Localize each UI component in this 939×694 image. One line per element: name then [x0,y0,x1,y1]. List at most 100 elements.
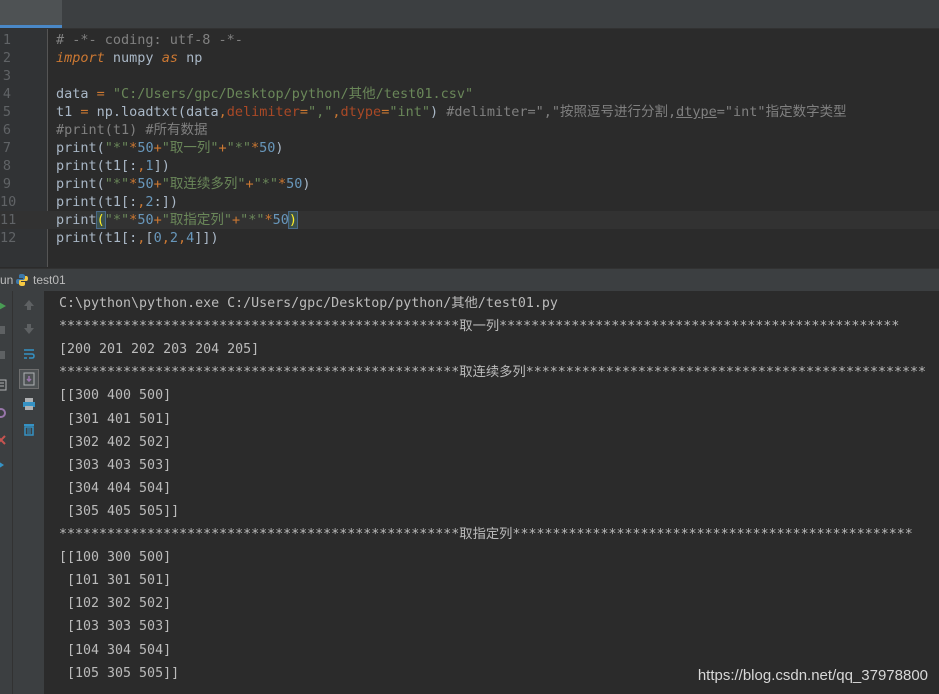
code-token: "取指定列" [161,212,232,228]
code-token: = [96,86,105,102]
soft-wrap-icon[interactable] [20,345,38,363]
code-line[interactable]: 6 #print(t1) #所有数据 [0,121,939,139]
code-editor[interactable]: 1 # -*- coding: utf-8 -*- 2 import numpy as… [0,29,939,267]
code-token: 50 [272,212,289,228]
code-token: 1 [145,158,154,174]
code-token: numpy [104,50,162,66]
code-token: #print(t1) #所有数据 [56,122,208,138]
scroll-up-icon[interactable] [20,296,38,314]
line-number: 3 [2,68,11,84]
code-token: "*" [240,212,265,228]
code-token: t1 [56,104,81,120]
run-left-toolbar [0,291,13,694]
console-line: [303 403 503] [59,457,172,473]
code-text: # -*- coding: utf-8 -*- [56,31,243,49]
code-text: t1 = np.loadtxt(data,delimiter=",",dtype… [56,103,847,121]
print-icon[interactable] [20,395,38,413]
console-line: [305 405 505]] [59,503,180,519]
line-number: 4 [2,86,11,102]
code-token: 50 [286,176,303,192]
console-line: [200 201 202 203 204 205] [59,342,260,358]
code-line[interactable]: 8 print(t1[:,1]) [0,157,939,175]
code-token: + [218,140,227,156]
code-token: "," [308,104,333,120]
code-line[interactable]: 9 print("*"*50+"取连续多列"+"*"*50) [0,175,939,193]
code-text: print(t1[:,2:]) [56,193,178,211]
console-line: [[100 300 500] [59,550,172,566]
code-line[interactable]: 2 import numpy as np [0,49,939,67]
code-token: + [245,176,254,192]
code-token: print [56,212,97,228]
console-line: [302 402 502] [59,434,172,450]
console-line: [103 303 503] [59,619,172,635]
console-line: [105 305 505]] [59,665,180,681]
code-text: print("*"*50+"取连续多列"+"*"*50) [56,175,311,193]
code-text: #print(t1) #所有数据 [56,121,208,139]
code-token: 0 [153,230,162,246]
code-token: print(t1[: [56,230,138,246]
code-token: , [161,230,170,246]
watermark: https://blog.csdn.net/qq_37978800 [697,667,928,684]
code-token: "*" [104,140,130,156]
code-token: + [153,176,162,192]
line-number: 9 [2,176,11,192]
code-token: import [56,50,105,66]
pin-icon[interactable] [0,404,10,422]
scroll-down-icon[interactable] [20,320,38,338]
console-line: [301 401 501] [59,411,172,427]
code-token: as [161,50,178,66]
console-line: C:\python\python.exe C:/Users/gpc/Deskto… [59,296,558,311]
run-tool-window-header: un test01 [0,268,939,292]
code-token: delimiter [226,104,300,120]
code-token: ) [275,140,284,156]
code-token: "*" [104,212,130,228]
console-line: ****************************************… [59,527,913,542]
clear-icon[interactable] [20,420,38,438]
rerun-icon[interactable] [0,297,10,315]
code-line[interactable]: 11 print("*"*50+"取指定列"+"*"*50) [0,211,939,229]
console-output[interactable]: C:\python\python.exe C:/Users/gpc/Deskto… [45,291,939,694]
code-token: [ [145,230,154,246]
stop-icon[interactable] [0,321,10,339]
code-token: data [56,86,97,102]
close-icon[interactable] [0,431,10,449]
code-token: * [264,212,273,228]
code-line[interactable]: 10 print(t1[:,2:]) [0,193,939,211]
code-line[interactable]: 7 print("*"*50+"取一列"+"*"*50) [0,139,939,157]
code-token: ) [429,104,447,120]
code-token: 50 [137,176,154,192]
run-config-tab[interactable]: test01 [33,273,66,287]
code-token: ]]) [194,230,219,246]
code-line[interactable]: 1 # -*- coding: utf-8 -*- [0,31,939,49]
code-token: 50 [259,140,276,156]
run-label: un [0,273,14,287]
code-token: 50 [137,140,154,156]
code-token: ( [95,211,106,229]
code-text: data = "C:/Users/gpc/Desktop/python/其他/t… [56,85,473,103]
code-token: 2 [169,230,178,246]
line-number: 2 [2,50,11,66]
line-number: 8 [2,158,11,174]
code-token: dtype [340,104,382,120]
code-line[interactable]: 3 [0,67,939,85]
code-text: print(t1[:,1]) [56,157,170,175]
code-text: print(t1[:,[0,2,4]]) [56,229,219,247]
code-token: * [278,176,287,192]
more-icon[interactable] [0,456,10,474]
console-line: [[300 400 500] [59,388,172,404]
code-token: print(t1[: [56,158,138,174]
code-token: ="int"指定数字类型 [716,104,847,120]
active-editor-tab[interactable] [0,0,62,28]
code-line[interactable]: 12 print(t1[:,[0,2,4]]) [0,229,939,247]
code-token: + [231,212,241,228]
console-line: [304 404 504] [59,480,172,496]
code-token: + [153,140,162,156]
code-line[interactable]: 4 data = "C:/Users/gpc/Desktop/python/其他/… [0,85,939,103]
code-token: :]) [153,194,178,210]
pause-icon[interactable] [0,346,10,364]
layout-icon[interactable] [0,376,10,394]
code-token: print(t1[: [56,194,138,210]
code-line[interactable]: 5 t1 = np.loadtxt(data,delimiter=",",dtyp… [0,103,939,121]
scroll-to-end-icon[interactable] [19,369,39,389]
